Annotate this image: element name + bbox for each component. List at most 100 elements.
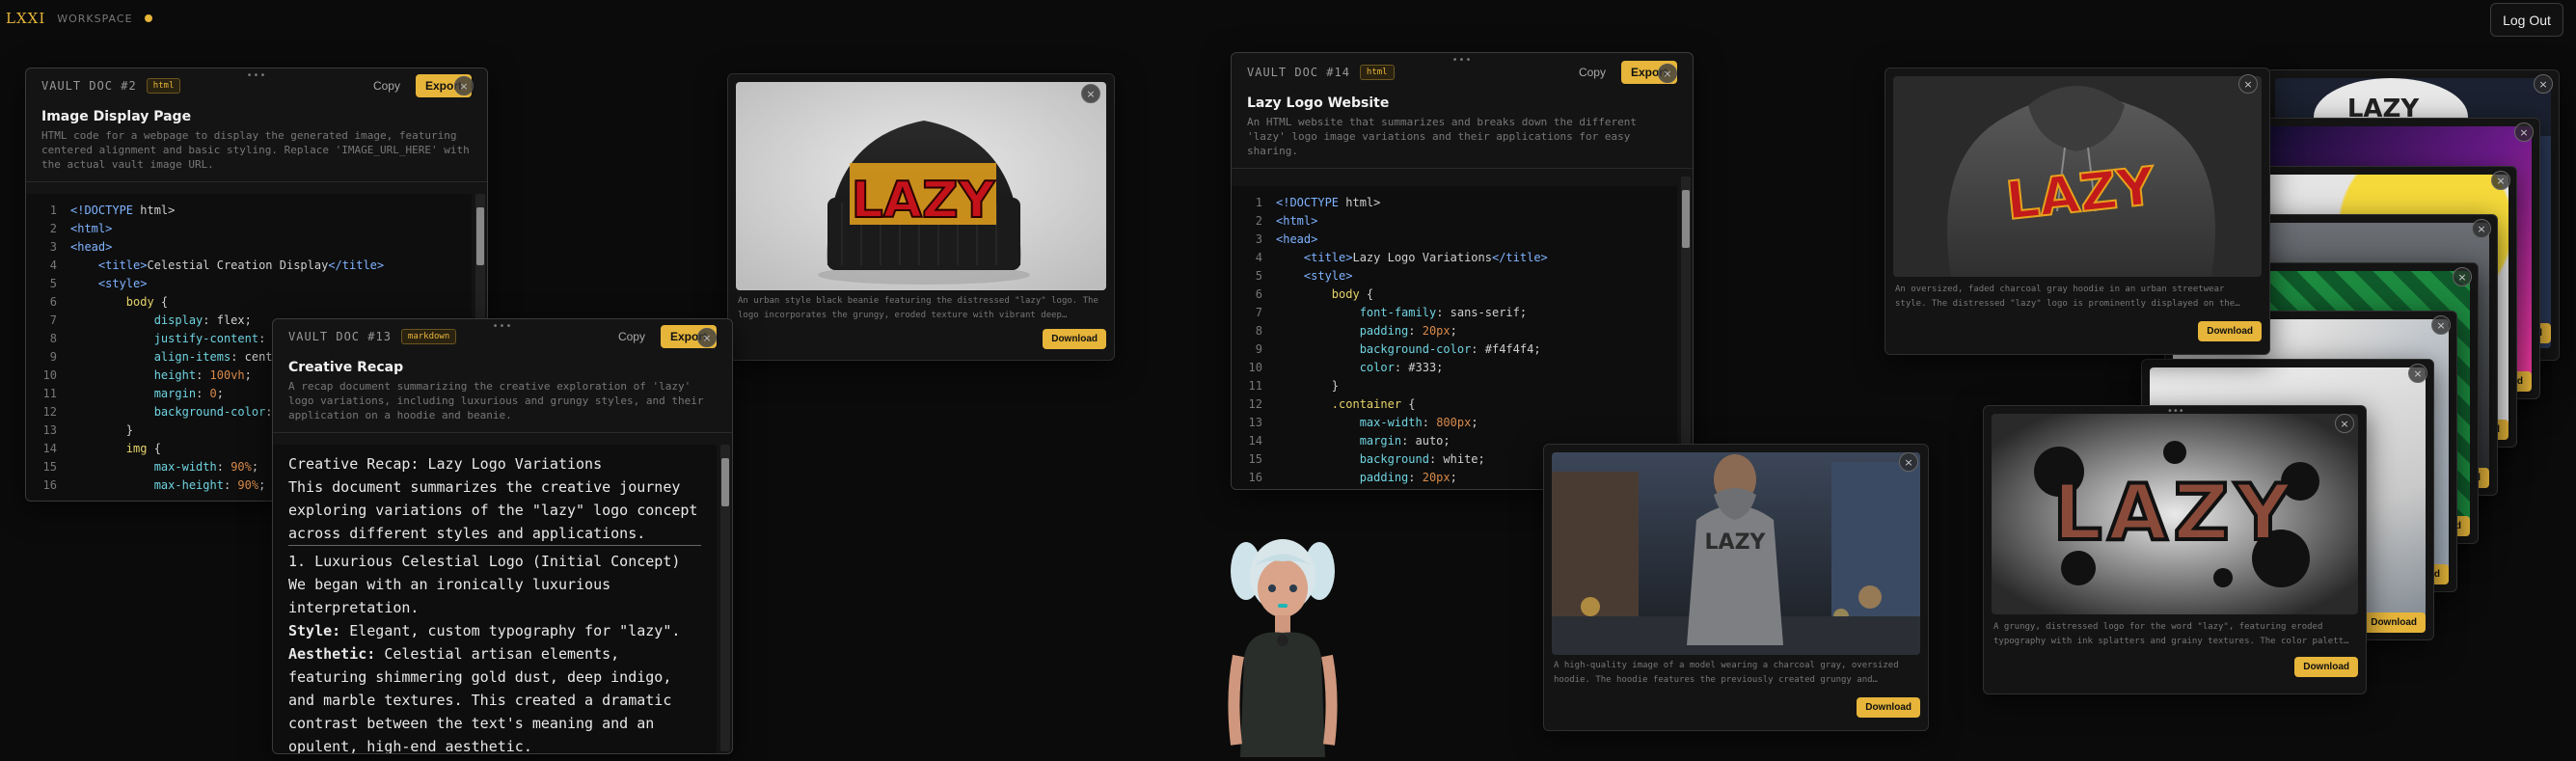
drag-handle[interactable]: ••• <box>247 70 267 81</box>
close-icon[interactable]: × <box>2238 74 2258 94</box>
md-aesthetic-label: Aesthetic: <box>288 645 376 663</box>
code-line: 2 <html> <box>1232 212 1677 231</box>
doc-label: VAULT DOC #13 <box>288 330 392 343</box>
line-number: 14 <box>42 442 57 455</box>
line-number: 12 <box>1248 397 1262 411</box>
doc-title: Image Display Page <box>41 109 192 124</box>
line-number: 7 <box>49 313 57 327</box>
doc-type-badge: html <box>1359 65 1395 80</box>
line-number: 8 <box>1255 324 1262 338</box>
code-text: body { <box>125 295 169 309</box>
model-image: LAZY <box>1552 452 1920 655</box>
scrollbar[interactable] <box>720 445 730 751</box>
close-icon[interactable]: × <box>2408 364 2427 383</box>
code-line: 6 body { <box>26 293 472 312</box>
scrollbar[interactable] <box>1681 177 1691 487</box>
code-text: .container { <box>1331 397 1416 411</box>
image-card-beanie[interactable]: × LAZY An urban style black beanie featu… <box>727 73 1115 361</box>
close-icon[interactable]: × <box>1658 64 1677 83</box>
close-icon[interactable]: × <box>697 328 717 347</box>
doc-title: Lazy Logo Website <box>1247 95 1390 111</box>
download-button[interactable]: Download <box>2362 612 2426 633</box>
vault-doc-13[interactable]: ••• VAULT DOC #13 markdown Copy Export ×… <box>272 318 733 754</box>
scrollbar-thumb[interactable] <box>721 458 729 506</box>
code-text: display: flex; <box>153 313 252 327</box>
doc-title: Creative Recap <box>288 360 404 375</box>
code-text: padding: 20px; <box>1359 471 1457 484</box>
logout-button[interactable]: Log Out <box>2490 3 2563 37</box>
close-icon[interactable]: × <box>2453 267 2472 286</box>
download-button[interactable]: Download <box>1857 697 1920 718</box>
line-number: 1 <box>1255 196 1262 209</box>
line-number: 2 <box>1255 214 1262 228</box>
code-text: color: #333; <box>1359 361 1444 374</box>
copy-button[interactable]: Copy <box>1573 65 1612 80</box>
image-card-hoodie[interactable]: × LAZY An oversized, faded charcoal gray… <box>1885 68 2270 355</box>
code-line: 1 <!DOCTYPE html> <box>26 202 472 220</box>
close-icon[interactable]: × <box>2514 122 2534 142</box>
close-icon[interactable]: × <box>2335 414 2354 433</box>
line-number: 10 <box>1248 361 1262 374</box>
close-icon[interactable]: × <box>2472 219 2491 238</box>
doc-label: VAULT DOC #14 <box>1247 66 1350 79</box>
code-line: 3 <head> <box>1232 231 1677 249</box>
status-dot-icon <box>144 14 152 22</box>
image-caption: A grungy, distressed logo for the word "… <box>1993 622 2349 646</box>
close-icon[interactable]: × <box>1899 452 1918 472</box>
code-text: <style> <box>1303 269 1353 283</box>
line-number: 9 <box>1255 342 1262 356</box>
line-number: 16 <box>42 478 57 492</box>
grunge-logo-text: LAZY <box>2053 468 2297 557</box>
code-text: max-width: 90%; <box>153 460 259 474</box>
code-text: <head> <box>1276 232 1318 246</box>
scrollbar-thumb[interactable] <box>476 207 484 265</box>
image-caption: An oversized, faded charcoal gray hoodie… <box>1895 285 2240 309</box>
download-button[interactable]: Download <box>2198 321 2262 341</box>
close-icon[interactable]: × <box>1081 84 1100 103</box>
download-button[interactable]: Download <box>1043 329 1106 349</box>
code-text: body { <box>1331 287 1374 301</box>
line-number: 8 <box>49 332 57 345</box>
code-text: background-color: <box>153 405 273 419</box>
code-line: 5 <style> <box>1232 267 1677 285</box>
brand: LXXI WORKSPACE <box>6 10 152 27</box>
image-card-grunge[interactable]: ••• × LAZY A grungy, distressed logo for… <box>1983 405 2367 694</box>
code-text: } <box>1276 379 1340 393</box>
line-number: 3 <box>1255 232 1262 246</box>
scrollbar-thumb[interactable] <box>1682 190 1690 248</box>
hoodie-image: LAZY <box>1893 76 2262 277</box>
line-number: 13 <box>42 423 57 437</box>
close-icon[interactable]: × <box>2431 315 2451 335</box>
image-card-model[interactable]: × LAZY A high-quality image of a model w… <box>1543 444 1929 731</box>
drag-handle[interactable]: ••• <box>2167 406 2184 417</box>
md-aesthetic-line: Aesthetic: Celestial artisan elements, f… <box>288 642 701 753</box>
vault-doc-14[interactable]: ••• VAULT DOC #14 html Copy Export × Laz… <box>1231 52 1694 490</box>
workspace-label: WORKSPACE <box>57 12 133 25</box>
md-section-text: We began with an ironically luxurious in… <box>288 576 611 616</box>
code-text: padding: 20px; <box>1359 324 1457 338</box>
close-icon[interactable]: × <box>454 76 474 95</box>
drag-handle[interactable]: ••• <box>493 321 513 332</box>
line-number: 15 <box>42 460 57 474</box>
close-icon[interactable]: × <box>2491 171 2510 190</box>
copy-button[interactable]: Copy <box>612 329 651 344</box>
line-number: 7 <box>1255 306 1262 319</box>
code-text: <!DOCTYPE html> <box>70 204 176 217</box>
code-text: background-color: #f4f4f4; <box>1359 342 1541 356</box>
code-text: height: 100vh; <box>153 368 252 382</box>
close-icon[interactable]: × <box>2534 74 2553 94</box>
code-line: 8 padding: 20px; <box>1232 322 1677 340</box>
code-text: margin: auto; <box>1359 434 1451 448</box>
markdown-view[interactable]: Creative Recap: Lazy Logo Variations Thi… <box>273 445 717 753</box>
line-number: 5 <box>1255 269 1262 283</box>
code-text: font-family: sans-serif; <box>1359 306 1528 319</box>
copy-button[interactable]: Copy <box>367 78 406 94</box>
beanie-logo-text: LAZY <box>852 172 996 230</box>
code-text: max-width: 800px; <box>1359 416 1478 429</box>
drag-handle[interactable]: ••• <box>1452 55 1473 66</box>
download-button[interactable]: Download <box>2294 657 2358 677</box>
line-number: 2 <box>49 222 57 235</box>
line-number: 16 <box>1248 471 1262 484</box>
code-line: 5 <style> <box>26 275 472 293</box>
code-text: align-items: cente <box>153 350 280 364</box>
